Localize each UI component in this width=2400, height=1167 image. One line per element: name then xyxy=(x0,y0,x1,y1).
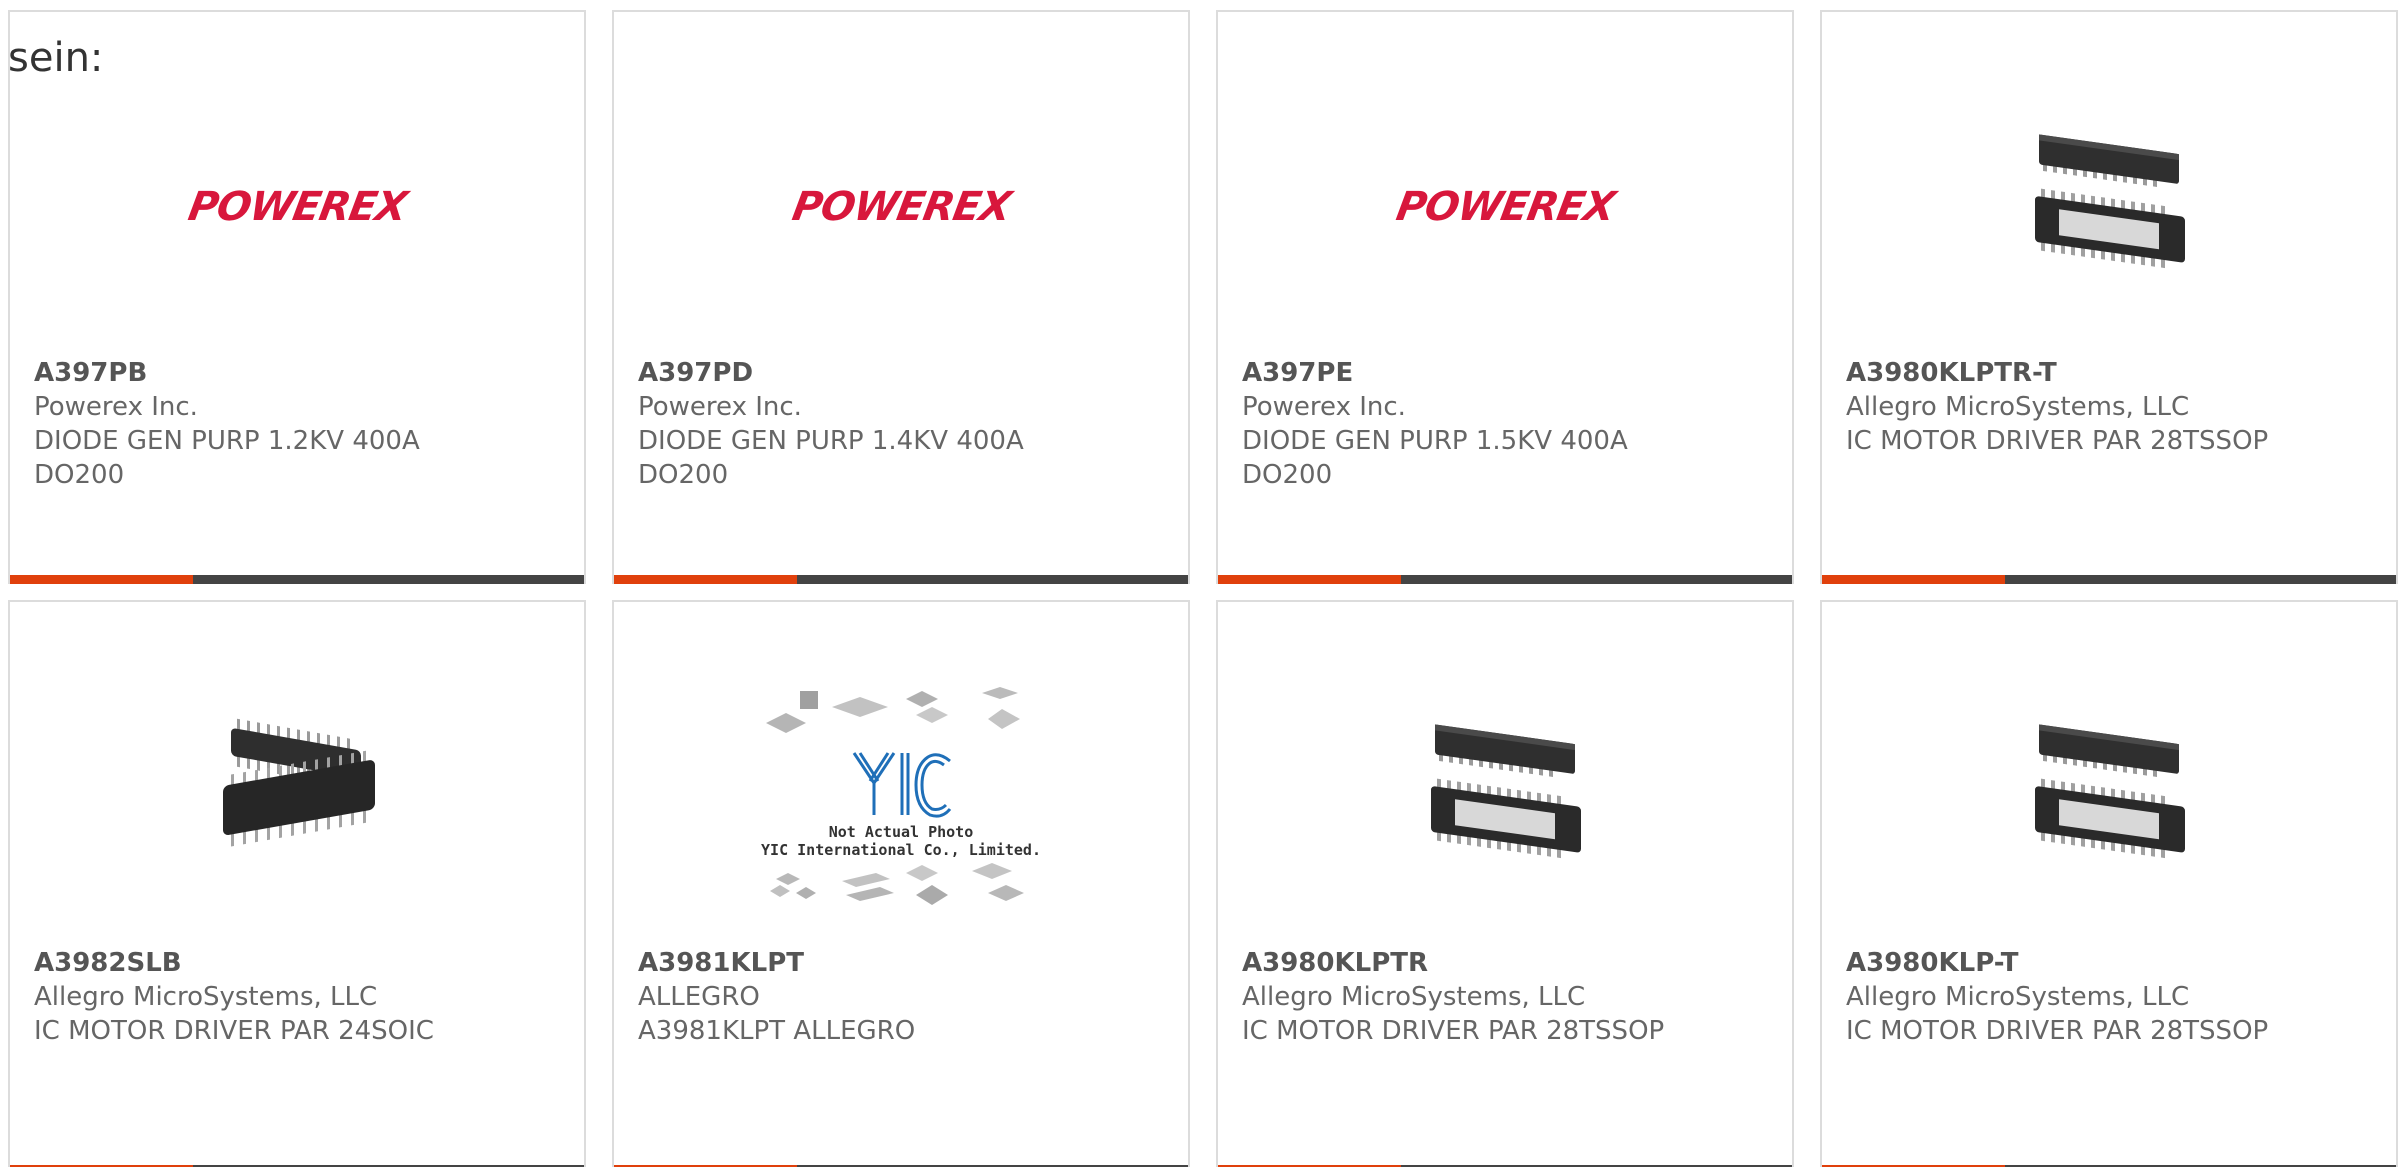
manufacturer: Powerex Inc. xyxy=(1242,392,1406,422)
product-image[interactable] xyxy=(1822,72,2396,342)
tssop-chip-icon xyxy=(2035,724,2185,859)
manufacturer: ALLEGRO xyxy=(638,982,760,1012)
powerex-logo: POWEREX xyxy=(1392,184,1618,230)
manufacturer: Allegro MicroSystems, LLC xyxy=(1242,982,1586,1012)
card-bottom-bar xyxy=(1218,575,1792,584)
card-bottom-bar xyxy=(614,575,1188,584)
card-accent-bar xyxy=(1218,575,1401,584)
product-card[interactable]: A3980KLP-T Allegro MicroSystems, LLC IC … xyxy=(1820,600,2398,1167)
manufacturer: Powerex Inc. xyxy=(34,392,198,422)
component-placeholder-icon xyxy=(770,863,1024,905)
part-number[interactable]: A397PB xyxy=(34,356,574,390)
placeholder-line-1: Not Actual Photo xyxy=(828,823,974,841)
description: IC MOTOR DRIVER PAR 24SOIC xyxy=(34,1016,434,1046)
card-bottom-bar xyxy=(10,575,584,584)
product-image[interactable] xyxy=(10,662,584,932)
card-accent-bar xyxy=(614,575,797,584)
product-card[interactable]: A3982SLB Allegro MicroSystems, LLC IC MO… xyxy=(8,600,586,1167)
description: IC MOTOR DRIVER PAR 28TSSOP xyxy=(1846,426,2269,456)
tssop-chip-icon xyxy=(1431,724,1581,859)
tssop-chip-icon xyxy=(2035,134,2185,269)
manufacturer: Allegro MicroSystems, LLC xyxy=(1846,982,2190,1012)
product-image[interactable]: POWEREX xyxy=(614,72,1188,342)
part-number[interactable]: A3980KLP-T xyxy=(1846,946,2386,980)
part-number[interactable]: A3981KLPT xyxy=(638,946,1178,980)
package: DO200 xyxy=(1242,460,1333,490)
part-number[interactable]: A397PE xyxy=(1242,356,1782,390)
component-placeholder-icon xyxy=(766,687,1020,733)
package: DO200 xyxy=(34,460,125,490)
product-card[interactable]: Not Actual Photo YIC International Co., … xyxy=(612,600,1190,1167)
description: IC MOTOR DRIVER PAR 28TSSOP xyxy=(1846,1016,2269,1046)
manufacturer: Allegro MicroSystems, LLC xyxy=(1846,392,2190,422)
card-accent-bar xyxy=(10,575,193,584)
intro-text: sein: xyxy=(8,35,104,81)
placeholder-line-2: YIC International Co., Limited. xyxy=(761,841,1041,859)
card-bottom-bar xyxy=(1822,575,2396,584)
manufacturer: Allegro MicroSystems, LLC xyxy=(34,982,378,1012)
description: A3981KLPT ALLEGRO xyxy=(638,1016,916,1046)
product-image[interactable] xyxy=(1218,662,1792,932)
description: DIODE GEN PURP 1.2KV 400A xyxy=(34,426,420,456)
description: DIODE GEN PURP 1.4KV 400A xyxy=(638,426,1024,456)
package: DO200 xyxy=(638,460,729,490)
description: DIODE GEN PURP 1.5KV 400A xyxy=(1242,426,1628,456)
yic-logo-icon xyxy=(852,752,952,818)
part-number[interactable]: A397PD xyxy=(638,356,1178,390)
product-image[interactable]: Not Actual Photo YIC International Co., … xyxy=(614,662,1188,932)
product-grid-page: sein: POWEREX A397PB Powerex Inc. DIODE … xyxy=(0,0,2400,1167)
card-accent-bar xyxy=(1822,575,2005,584)
product-card[interactable]: A3980KLPTR-T Allegro MicroSystems, LLC I… xyxy=(1820,10,2398,584)
product-card[interactable]: POWEREX A397PE Powerex Inc. DIODE GEN PU… xyxy=(1216,10,1794,584)
product-card[interactable]: POWEREX A397PD Powerex Inc. DIODE GEN PU… xyxy=(612,10,1190,584)
powerex-logo: POWEREX xyxy=(788,184,1014,230)
powerex-logo: POWEREX xyxy=(184,184,410,230)
product-card[interactable]: A3980KLPTR Allegro MicroSystems, LLC IC … xyxy=(1216,600,1794,1167)
part-number[interactable]: A3980KLPTR-T xyxy=(1846,356,2386,390)
soic-chip-icon xyxy=(223,718,375,847)
product-image[interactable]: POWEREX xyxy=(1218,72,1792,342)
description: IC MOTOR DRIVER PAR 28TSSOP xyxy=(1242,1016,1665,1046)
part-number[interactable]: A3980KLPTR xyxy=(1242,946,1782,980)
product-image[interactable]: POWEREX xyxy=(10,72,584,342)
product-card[interactable]: POWEREX A397PB Powerex Inc. DIODE GEN PU… xyxy=(8,10,586,584)
manufacturer: Powerex Inc. xyxy=(638,392,802,422)
product-image[interactable] xyxy=(1822,662,2396,932)
part-number[interactable]: A3982SLB xyxy=(34,946,574,980)
